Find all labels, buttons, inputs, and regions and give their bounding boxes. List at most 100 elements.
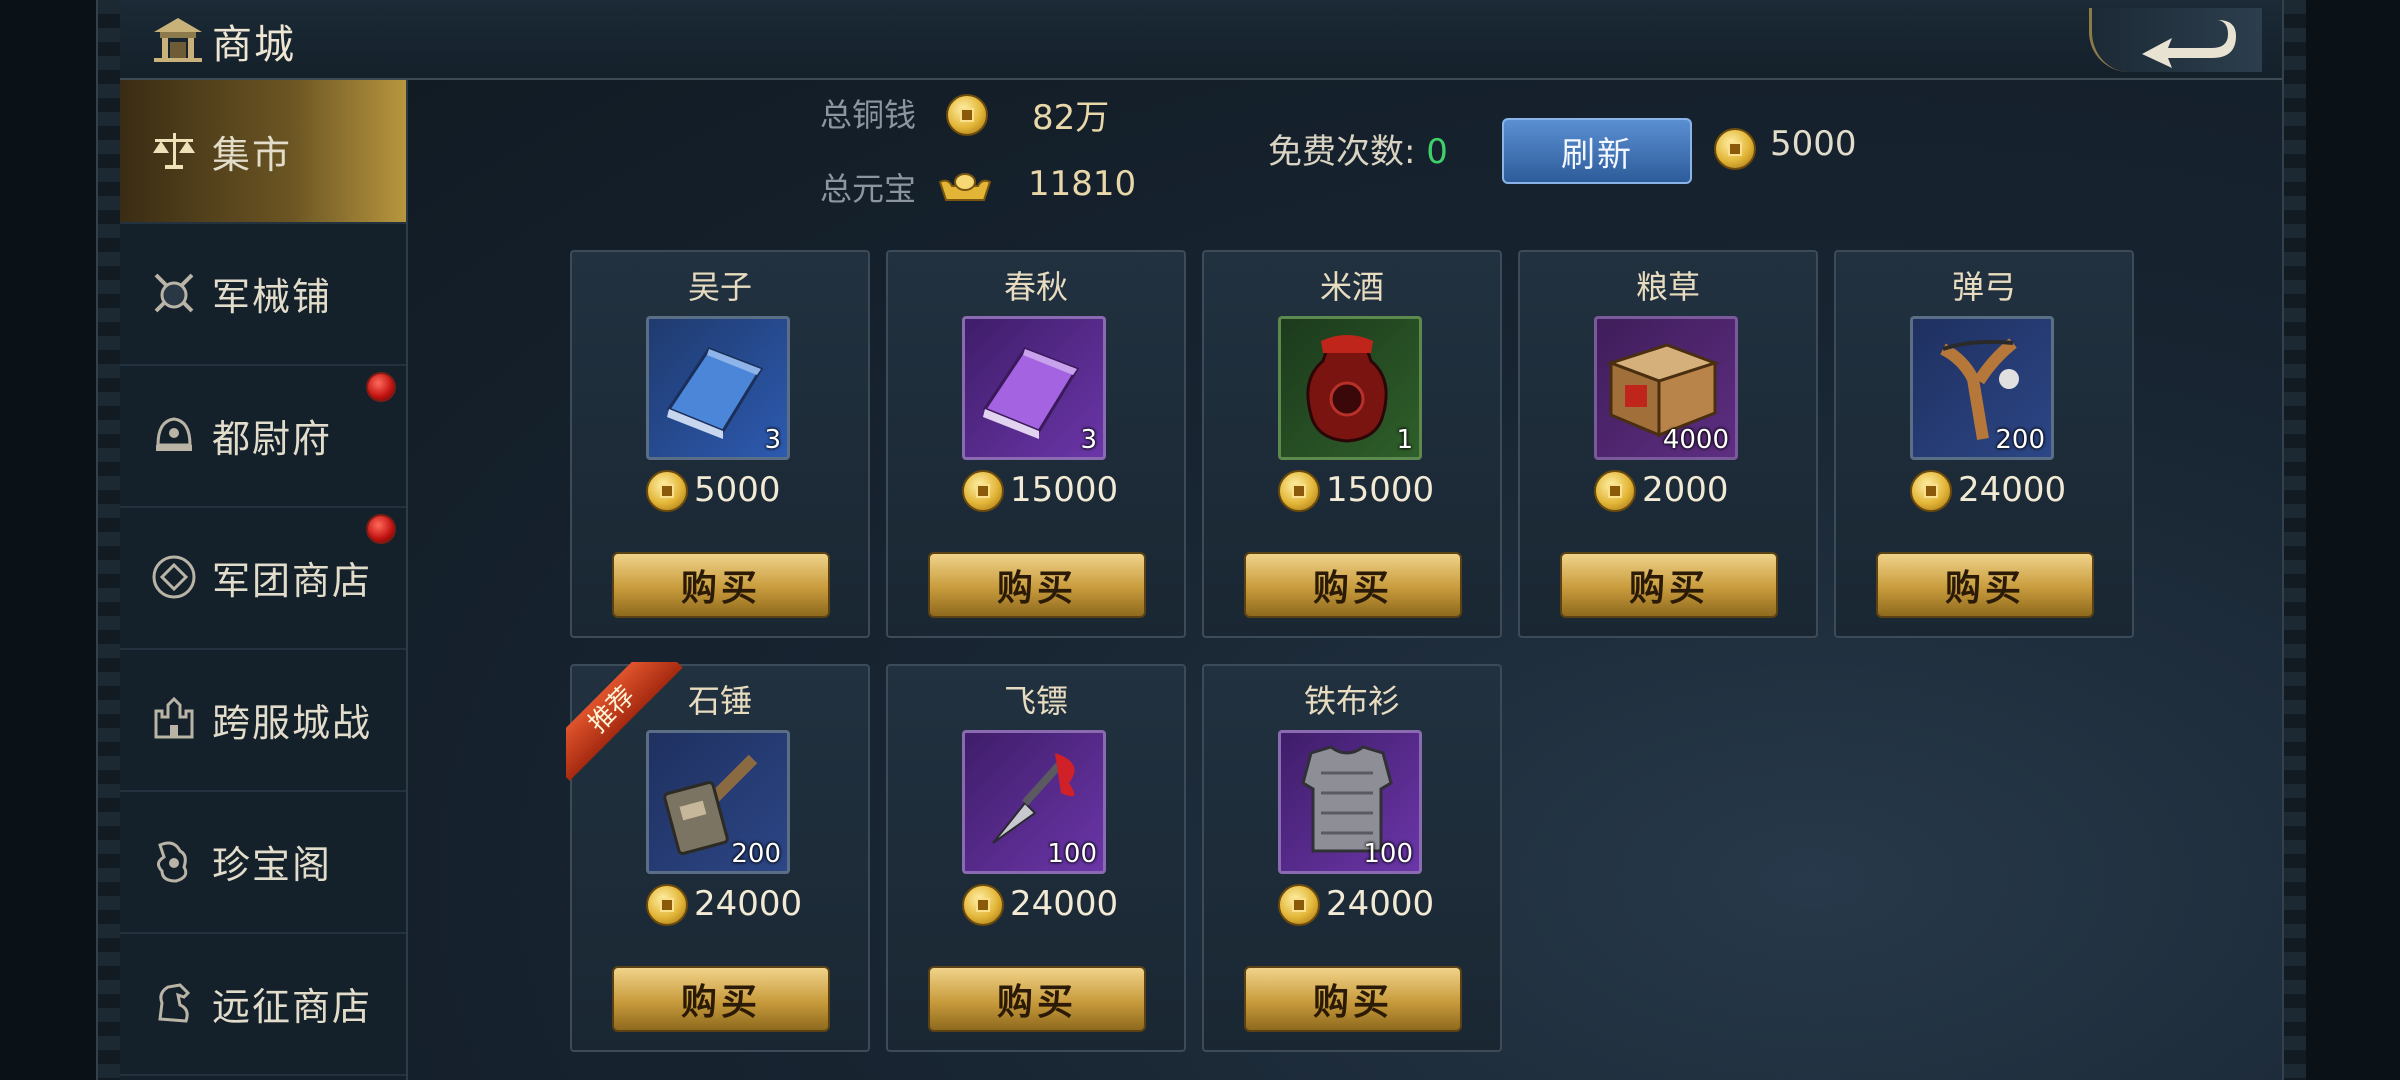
item-price-value: 5000 <box>694 470 781 510</box>
shop-item-card: 推荐 石锤 200 24000 购买 <box>566 662 870 1052</box>
buy-button[interactable]: 购买 <box>928 552 1146 618</box>
frame-border-right <box>2282 0 2308 1080</box>
buy-button[interactable]: 购买 <box>928 966 1146 1032</box>
ingot-total-value: 11810 <box>1028 164 1137 204</box>
back-button[interactable] <box>2089 8 2262 72</box>
outer-frame-right <box>2306 0 2400 1080</box>
market-panel: 总铜钱 82万 总元宝 11810 免费次数: 0 刷新 5000 吴子 3 5… <box>408 80 2282 1080</box>
shop-pavilion-icon <box>154 18 202 62</box>
item-slot[interactable]: 3 <box>646 316 790 460</box>
sidebar-item-label: 珍宝阁 <box>212 842 333 887</box>
helmet-icon <box>148 409 200 461</box>
buy-button[interactable]: 购买 <box>1244 552 1462 618</box>
shop-item-card: 粮草 4000 2000 购买 <box>1518 250 1818 638</box>
item-name: 铁布衫 <box>1303 682 1400 720</box>
buy-button[interactable]: 购买 <box>1244 966 1462 1032</box>
free-refresh-count: 0 <box>1426 132 1448 172</box>
item-price: 24000 <box>888 882 1184 926</box>
ingot-total-label: 总元宝 <box>820 170 917 208</box>
copper-coin-icon <box>1278 884 1320 926</box>
item-price: 24000 <box>1204 882 1500 926</box>
copper-coin-icon <box>962 470 1004 512</box>
buy-button[interactable]: 购买 <box>1560 552 1778 618</box>
outer-frame-left <box>0 0 96 1080</box>
copper-coin-icon <box>946 94 988 136</box>
item-price: 24000 <box>1836 468 2132 512</box>
treasure-icon <box>148 835 200 887</box>
item-price: 5000 <box>572 468 868 512</box>
item-name: 米酒 <box>1319 268 1384 306</box>
item-name: 石锤 <box>687 682 752 720</box>
castle-icon <box>148 693 200 745</box>
free-refresh-label: 免费次数: 0 <box>1268 124 1448 173</box>
item-price-value: 15000 <box>1326 470 1435 510</box>
sidebar-item-armory[interactable]: 军械铺 <box>120 222 406 366</box>
sidebar-item-label: 都尉府 <box>212 416 333 461</box>
item-slot[interactable]: 4000 <box>1594 316 1738 460</box>
item-quantity: 3 <box>1080 425 1097 455</box>
shop-item-card: 铁布衫 100 24000 购买 <box>1202 664 1502 1052</box>
copper-total-label: 总铜钱 <box>820 96 917 134</box>
item-slot[interactable]: 3 <box>962 316 1106 460</box>
free-refresh-text: 免费次数: <box>1268 132 1416 172</box>
item-price: 24000 <box>572 882 868 926</box>
item-quantity: 3 <box>764 425 781 455</box>
horse-icon <box>148 977 200 1029</box>
buy-button[interactable]: 购买 <box>612 552 830 618</box>
refresh-cost-value: 5000 <box>1770 124 1857 164</box>
item-price-value: 24000 <box>694 884 803 924</box>
item-price-value: 15000 <box>1010 470 1119 510</box>
back-arrow-icon <box>2142 20 2236 68</box>
page-title: 商城 <box>212 22 296 68</box>
item-slot[interactable]: 100 <box>1278 730 1422 874</box>
item-price-value: 24000 <box>1958 470 2067 510</box>
top-bar: 商城 <box>120 0 2282 80</box>
item-price-value: 24000 <box>1326 884 1435 924</box>
item-quantity: 100 <box>1047 839 1097 869</box>
item-price: 2000 <box>1520 468 1816 512</box>
shop-item-card: 飞镖 100 24000 购买 <box>886 664 1186 1052</box>
buy-button[interactable]: 购买 <box>1876 552 2094 618</box>
sidebar-item-legion-shop[interactable]: 军团商店 <box>120 506 406 650</box>
item-price: 15000 <box>888 468 1184 512</box>
item-name: 春秋 <box>1003 268 1068 306</box>
notification-badge <box>366 514 396 544</box>
copper-coin-icon <box>962 884 1004 926</box>
item-slot[interactable]: 200 <box>646 730 790 874</box>
notification-badge <box>366 372 396 402</box>
item-slot[interactable]: 100 <box>962 730 1106 874</box>
item-quantity: 4000 <box>1662 425 1729 455</box>
shop-item-card: 吴子 3 5000 购买 <box>570 250 870 638</box>
frame-border-left <box>96 0 122 1080</box>
copper-coin-icon <box>1594 470 1636 512</box>
copper-total-value: 82万 <box>1032 98 1110 138</box>
sidebar-item-expedition-shop[interactable]: 远征商店 <box>120 932 406 1076</box>
refresh-button[interactable]: 刷新 <box>1502 118 1692 184</box>
buy-button[interactable]: 购买 <box>612 966 830 1032</box>
sidebar-item-label: 军团商店 <box>212 558 373 603</box>
item-price-value: 2000 <box>1642 470 1729 510</box>
scales-icon <box>148 125 200 177</box>
blue-book-icon <box>666 347 764 439</box>
sidebar-item-cross-server-war[interactable]: 跨服城战 <box>120 648 406 792</box>
item-quantity: 200 <box>1995 425 2045 455</box>
item-slot[interactable]: 1 <box>1278 316 1422 460</box>
item-price-value: 24000 <box>1010 884 1119 924</box>
item-name: 吴子 <box>687 268 752 306</box>
item-quantity: 100 <box>1363 839 1413 869</box>
copper-coin-icon <box>646 470 688 512</box>
item-name: 粮草 <box>1635 268 1700 306</box>
sidebar-item-commandant[interactable]: 都尉府 <box>120 364 406 508</box>
item-slot[interactable]: 200 <box>1910 316 2054 460</box>
sidebar-item-treasure-pavilion[interactable]: 珍宝阁 <box>120 790 406 934</box>
wine-jar-icon <box>1306 335 1388 443</box>
copper-coin-icon <box>1910 470 1952 512</box>
copper-coin-icon <box>646 884 688 926</box>
item-name: 弹弓 <box>1951 268 2016 306</box>
coin-emblem-icon <box>148 551 200 603</box>
purple-book-icon <box>982 347 1080 439</box>
gold-ingot-icon <box>938 173 992 201</box>
item-price: 15000 <box>1204 468 1500 512</box>
sidebar-item-market[interactable]: 集市 <box>120 80 406 224</box>
sidebar-item-label: 跨服城战 <box>212 700 373 745</box>
